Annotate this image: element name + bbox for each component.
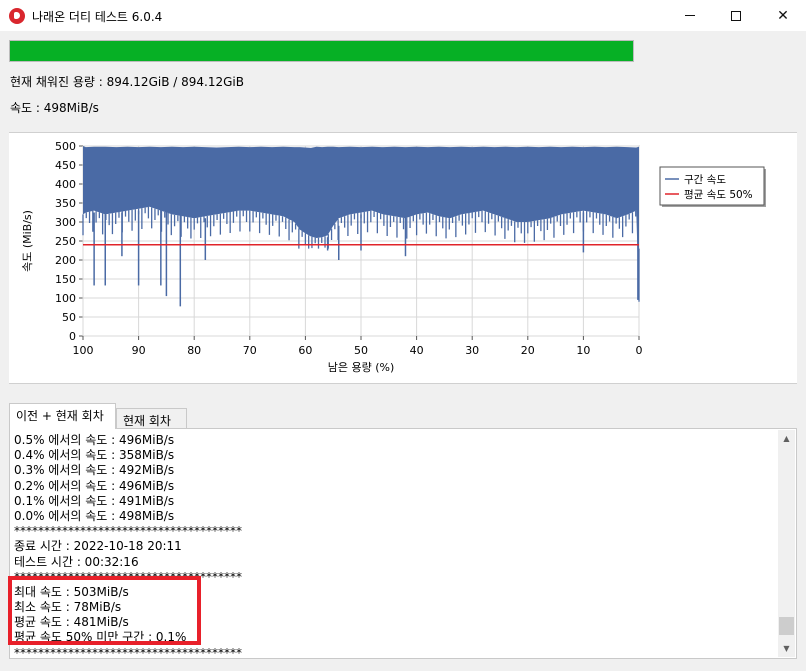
y-tick-label: 500 [55, 140, 76, 153]
close-button[interactable]: ✕ [760, 0, 806, 31]
maximize-icon [731, 10, 741, 21]
x-tick-label: 50 [354, 344, 368, 357]
minimize-icon [685, 15, 695, 16]
log-line: 평균 속도 50% 미만 구간 : 0.1% [14, 630, 187, 645]
log-line: 종료 시간 : 2022-10-18 20:11 [14, 539, 182, 554]
log-scrollbar[interactable]: ▲ ▼ [778, 430, 795, 657]
log-line: 0.3% 에서의 속도 : 492MiB/s [14, 463, 175, 478]
x-tick-label: 100 [73, 344, 94, 357]
x-tick-label: 60 [298, 344, 312, 357]
log-line: 테스트 시간 : 00:32:16 [14, 554, 139, 569]
tab-current[interactable]: 현재 회차 [116, 408, 187, 429]
log-line: ************************************** [14, 524, 242, 539]
title-bar: 나래온 더티 테스트 6.0.4 ✕ [0, 0, 806, 31]
close-icon: ✕ [777, 7, 789, 24]
x-tick-label: 30 [465, 344, 479, 357]
scroll-up-arrow-icon[interactable]: ▲ [778, 430, 795, 447]
x-tick-label: 20 [521, 344, 535, 357]
scroll-thumb[interactable] [779, 616, 794, 635]
y-tick-label: 200 [55, 254, 76, 267]
log-line: 평균 속도 : 481MiB/s [14, 615, 129, 630]
x-tick-label: 80 [187, 344, 201, 357]
log-line: 최대 속도 : 503MiB/s [14, 584, 129, 599]
speed-chart-panel: 0 50 100 150 200 250 300 350 400 450 500 100 90 80 70 6… [9, 132, 797, 384]
log-line: 최소 속도 : 78MiB/s [14, 600, 122, 615]
progress-fill [10, 41, 633, 61]
y-tick-label: 400 [55, 178, 76, 191]
speed-label: 속도 : 498MiB/s [10, 101, 99, 115]
scroll-down-arrow-icon[interactable]: ▼ [778, 640, 795, 657]
y-tick-label: 300 [55, 216, 76, 229]
log-line: ************************************** [14, 645, 242, 659]
capacity-label: 현재 채워진 용량 : 894.12GiB / 894.12GiB [10, 75, 244, 89]
y-tick-label: 150 [55, 273, 76, 286]
y-tick-label: 250 [55, 235, 76, 248]
log-lines: 0.5% 에서의 속도 : 496MiB/s 0.4% 에서의 속도 : 358M… [14, 433, 774, 659]
y-tick-label: 350 [55, 197, 76, 210]
x-axis-label: 남은 용량 (%) [328, 361, 395, 374]
log-line: 0.0% 에서의 속도 : 498MiB/s [14, 508, 175, 523]
x-tick-label: 0 [636, 344, 643, 357]
tab-previous-and-current[interactable]: 이전 + 현재 회차 [9, 403, 116, 429]
x-tick-label: 40 [410, 344, 424, 357]
x-tick-label: 10 [576, 344, 590, 357]
legend-label: 구간 속도 [684, 174, 726, 186]
log-line: 0.4% 에서의 속도 : 358MiB/s [14, 448, 175, 463]
x-tick-label: 90 [132, 344, 146, 357]
y-tick-label: 100 [55, 292, 76, 305]
log-line: 0.2% 에서의 속도 : 496MiB/s [14, 478, 175, 493]
app-icon [9, 8, 25, 24]
legend-label: 평균 속도 50% [684, 189, 753, 201]
y-tick-label: 450 [55, 159, 76, 172]
log-textbox[interactable]: 0.5% 에서의 속도 : 496MiB/s 0.4% 에서의 속도 : 358M… [9, 428, 797, 659]
log-line: 0.5% 에서의 속도 : 496MiB/s [14, 433, 175, 447]
minimize-button[interactable] [667, 0, 713, 31]
log-line: ************************************** [14, 569, 242, 584]
y-tick-label: 0 [69, 330, 76, 343]
y-axis-label: 속도 (MiB/s) [21, 210, 34, 272]
maximize-button[interactable] [713, 0, 759, 31]
speed-chart: 050100150200250300350400450500100 90 80 70 6… [21, 140, 766, 374]
test-progress-bar [9, 40, 634, 62]
x-tick-label: 70 [243, 344, 257, 357]
window-title: 나래온 더티 테스트 6.0.4 [32, 10, 163, 24]
log-line: 0.1% 에서의 속도 : 491MiB/s [14, 493, 175, 508]
y-tick-label: 50 [62, 311, 76, 324]
log-tab-control: 이전 + 현재 회차 현재 회차 0.5% 에서의 속도 : 496MiB/s 0… [9, 403, 797, 659]
